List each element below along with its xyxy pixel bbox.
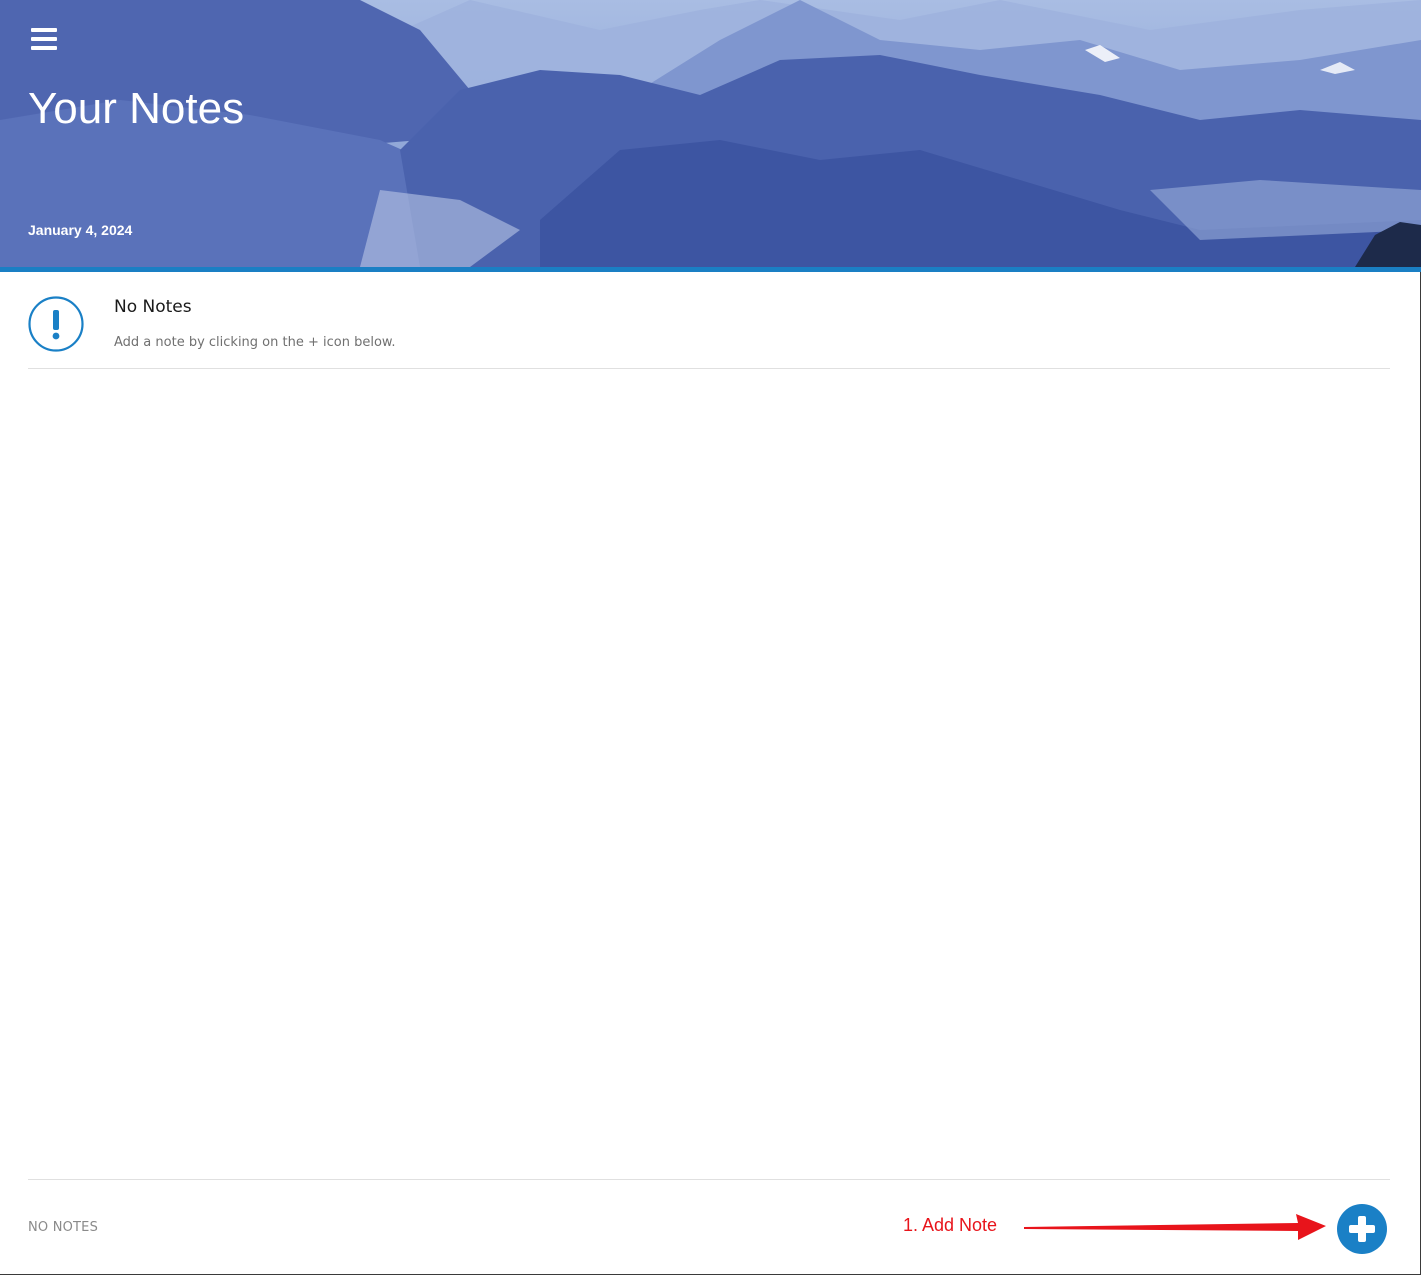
notes-count-label: NO NOTES: [28, 1220, 99, 1235]
exclamation-circle-icon: [28, 296, 84, 352]
annotation-label: 1. Add Note: [903, 1215, 998, 1235]
annotation-arrow-icon: [1024, 1214, 1326, 1240]
hamburger-menu-icon[interactable]: [31, 28, 59, 54]
empty-state-subtitle: Add a note by clicking on the + icon bel…: [114, 335, 396, 350]
empty-notes-message: No Notes Add a note by clicking on the +…: [28, 272, 1390, 369]
notes-app: Your Notes January 4, 2024 No Notes Add …: [0, 0, 1421, 1275]
footer-divider: [28, 1179, 1390, 1180]
page-title: Your Notes: [28, 84, 245, 133]
add-note-button[interactable]: [1337, 1204, 1387, 1254]
header-banner: Your Notes January 4, 2024: [0, 0, 1421, 267]
header-date: January 4, 2024: [28, 222, 133, 238]
empty-state-title: No Notes: [114, 297, 192, 317]
